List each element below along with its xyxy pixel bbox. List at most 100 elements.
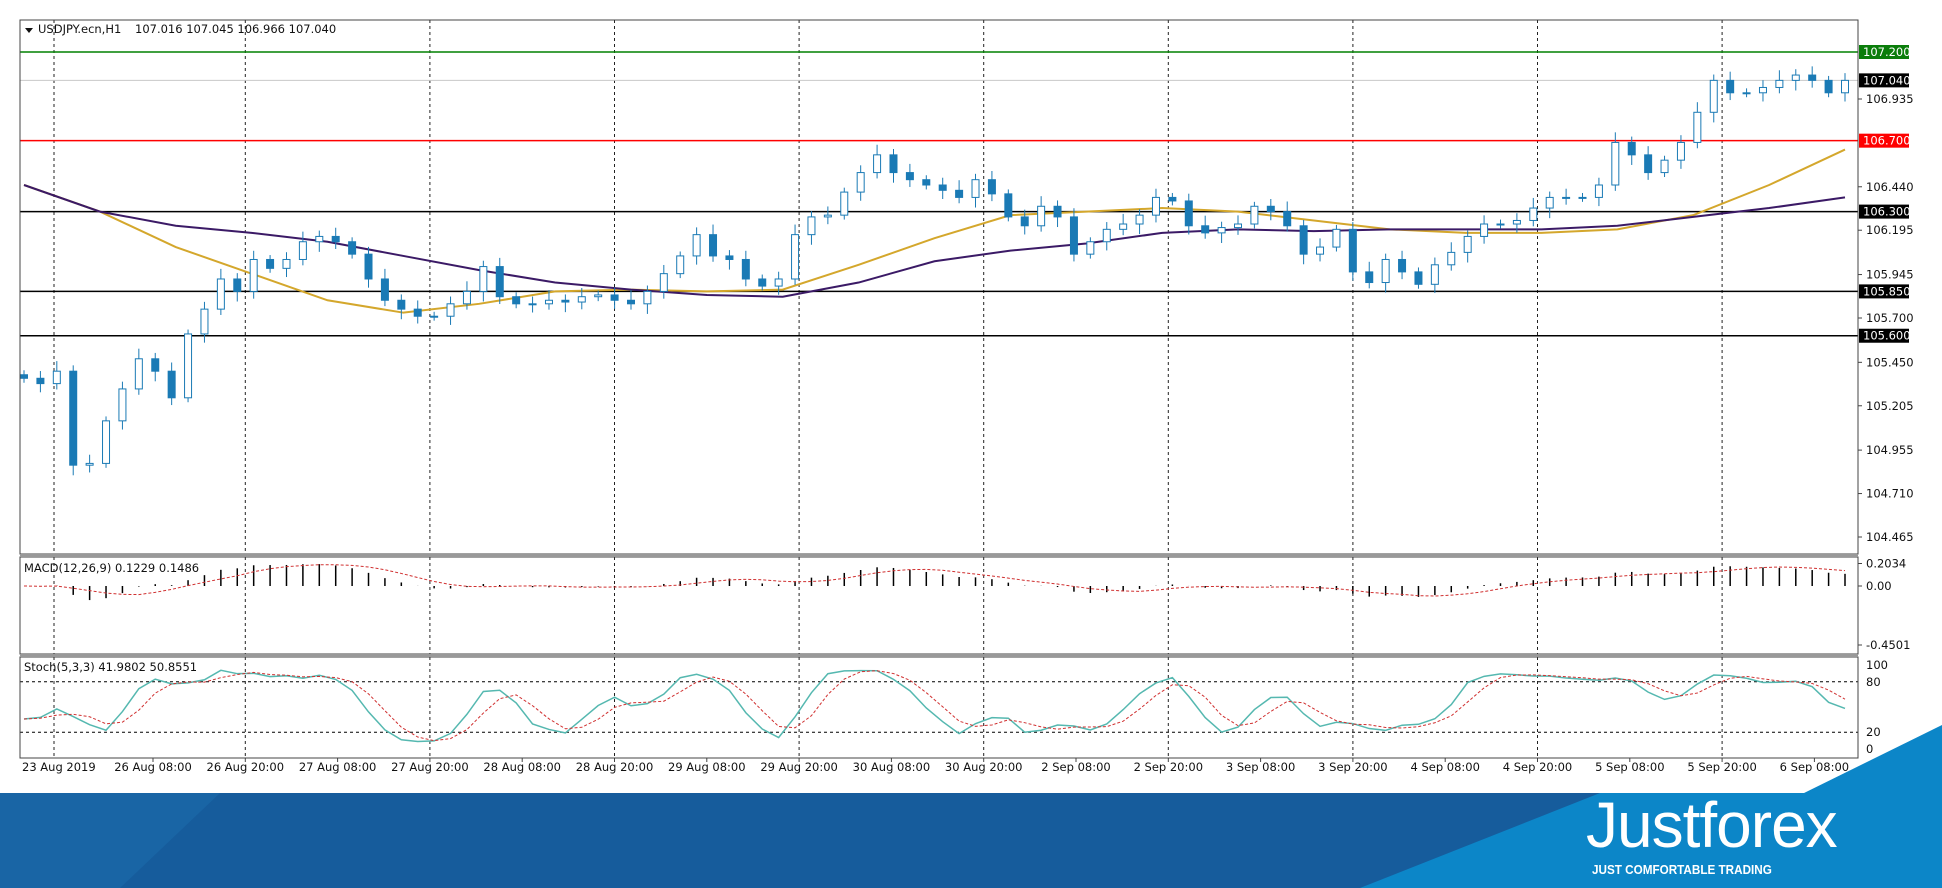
- candle-body: [282, 258, 291, 269]
- candle-body: [1037, 205, 1046, 227]
- candle-body: [1775, 79, 1784, 88]
- collapse-triangle-icon[interactable]: [25, 28, 33, 33]
- level-label: 105.850: [1863, 284, 1911, 298]
- time-label: 4 Sep 20:00: [1503, 760, 1572, 774]
- candle-body: [233, 278, 242, 292]
- stoch-label: Stoch(5,3,3) 41.9802 50.8551: [24, 660, 197, 674]
- candle-body: [1693, 111, 1702, 143]
- banner-corner: [1800, 725, 1942, 795]
- candle-body: [1578, 196, 1587, 199]
- candle-body: [905, 172, 914, 181]
- panel-splitter[interactable]: [20, 654, 1858, 657]
- candle-body: [413, 308, 422, 317]
- candle-body: [151, 358, 160, 372]
- candle-body: [528, 303, 537, 306]
- candle-body: [1102, 228, 1111, 243]
- candle-body: [1234, 223, 1242, 229]
- candle-body: [20, 374, 28, 379]
- time-label: 4 Sep 08:00: [1410, 760, 1479, 774]
- candle-body: [1348, 228, 1357, 273]
- candle-body: [512, 296, 521, 305]
- main-panel-frame: [19, 19, 1859, 555]
- time-label: 28 Aug 08:00: [483, 760, 561, 774]
- candle-body: [1841, 79, 1849, 94]
- panel-splitter[interactable]: [20, 554, 1858, 557]
- level-label: 107.200: [1863, 45, 1911, 59]
- candle-body: [758, 278, 767, 287]
- candle-body: [955, 189, 964, 198]
- candle-body: [544, 299, 553, 305]
- candle-body: [1430, 264, 1439, 285]
- candle-body: [1824, 79, 1833, 94]
- time-label: 29 Aug 08:00: [668, 760, 746, 774]
- candle-body: [1069, 216, 1078, 255]
- ma-slow-line: [23, 184, 1846, 298]
- candle-body: [774, 278, 783, 287]
- candle-body: [102, 420, 111, 464]
- candle-body: [922, 179, 931, 186]
- candle-body: [397, 299, 406, 310]
- macd-tick-label: -0.4501: [1866, 638, 1910, 652]
- candle-body: [1496, 223, 1505, 226]
- candle-body: [1545, 196, 1554, 209]
- stoch-tick-label: 100: [1866, 658, 1888, 672]
- macd-panel: [23, 564, 1846, 601]
- time-label: 2 Sep 20:00: [1134, 760, 1203, 774]
- candle-body: [709, 234, 718, 257]
- candle-body: [856, 172, 865, 193]
- candle-body: [1562, 196, 1571, 199]
- price-tick-label: 104.710: [1866, 487, 1914, 501]
- candle-body: [1512, 219, 1521, 225]
- ma-fast-line: [23, 148, 1846, 314]
- candle-body: [1365, 271, 1374, 284]
- candle-body: [315, 235, 324, 243]
- macd-label: MACD(12,26,9) 0.1229 0.1486: [24, 561, 199, 575]
- time-label: 5 Sep 08:00: [1595, 760, 1664, 774]
- candle-body: [1004, 193, 1013, 218]
- candle-body: [430, 315, 439, 318]
- current-price-label: 107.040: [1863, 73, 1911, 87]
- price-tick-label: 105.205: [1866, 399, 1914, 413]
- candle-body: [1135, 214, 1144, 225]
- candle-body: [676, 255, 685, 275]
- stoch-main-line: [23, 669, 1846, 743]
- time-label: 23 Aug 2019: [22, 760, 96, 774]
- candle-body: [380, 278, 389, 301]
- candle-body: [643, 290, 652, 305]
- stoch-tick-label: 80: [1866, 675, 1881, 689]
- gridlines: [53, 20, 1723, 758]
- candle-body: [1086, 241, 1095, 255]
- candle-body: [561, 299, 570, 303]
- candle-body: [807, 216, 816, 236]
- candle-body: [1201, 225, 1210, 234]
- price-tick-label: 105.700: [1866, 311, 1914, 325]
- candle-body: [1414, 271, 1423, 285]
- candle-body: [1299, 225, 1308, 255]
- candle-body: [1742, 92, 1751, 95]
- candle-body: [1332, 228, 1341, 248]
- stoch-panel: [20, 669, 1858, 743]
- moving-averages: [23, 148, 1846, 314]
- candle-body: [1184, 200, 1193, 227]
- time-label: 3 Sep 08:00: [1226, 760, 1295, 774]
- chart-area[interactable]: 23 Aug 2019 26 Aug 08:00 26 Aug 20:00 27 Au…: [0, 0, 1942, 793]
- macd-panel-frame: [19, 556, 1859, 655]
- macd-signal-line: [23, 564, 1846, 597]
- candle-body: [216, 278, 225, 310]
- candle-body: [889, 154, 898, 174]
- candle-body: [1119, 223, 1128, 230]
- level-label: 106.700: [1863, 134, 1911, 148]
- candle-body: [1020, 216, 1029, 227]
- candle-body: [1447, 251, 1456, 266]
- candle-body: [594, 294, 603, 298]
- candle-body: [266, 258, 275, 269]
- candles: [20, 66, 1849, 476]
- time-label: 26 Aug 08:00: [114, 760, 192, 774]
- candle-body: [741, 258, 750, 280]
- candle-body: [200, 308, 209, 335]
- candle-body: [462, 290, 471, 305]
- brand-tagline: JUST COMFORTABLE TRADING: [1592, 862, 1772, 877]
- candle-body: [1151, 196, 1160, 216]
- candle-body: [364, 253, 373, 280]
- candle-body: [971, 179, 980, 198]
